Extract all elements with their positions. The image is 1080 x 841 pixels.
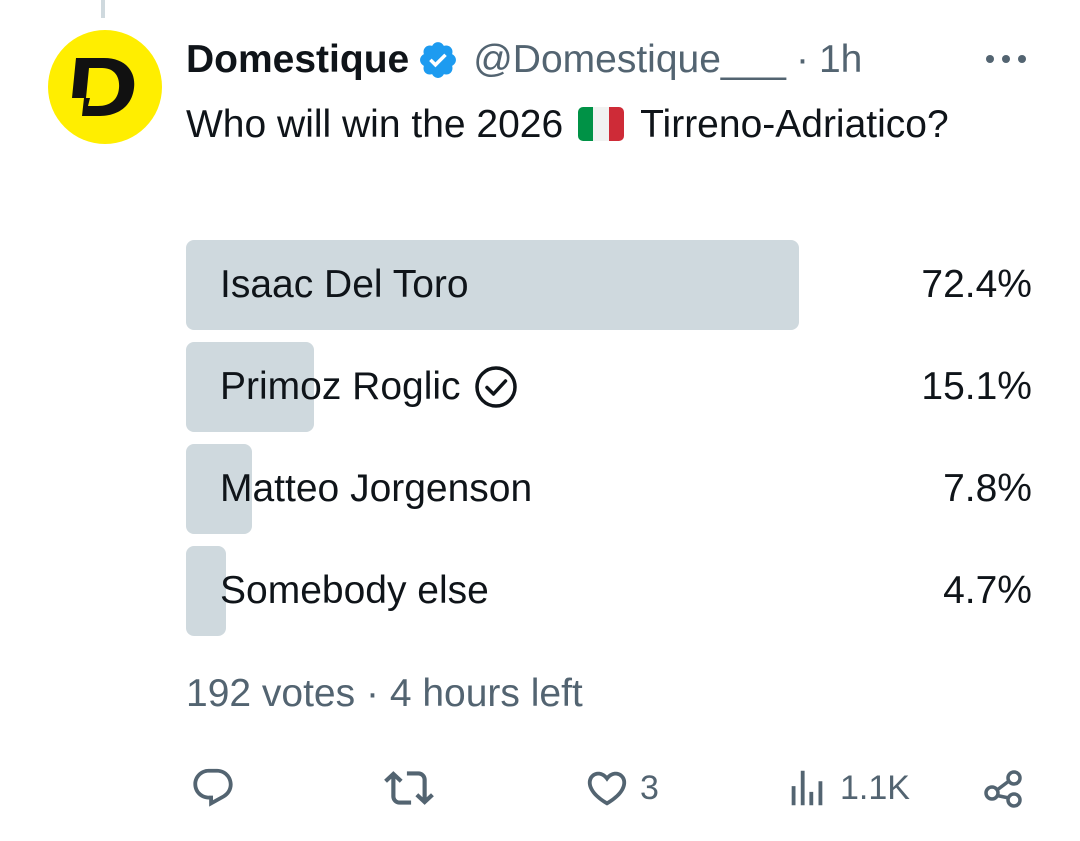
poll-option[interactable]: Primoz Roglic 15.1%	[186, 342, 1032, 432]
handle[interactable]: @Domestique___	[473, 38, 786, 82]
share-icon	[984, 770, 1022, 808]
poll-option-percent: 4.7%	[943, 569, 1032, 612]
repost-button[interactable]	[384, 758, 434, 818]
poll: Isaac Del Toro 72.4% Primoz Roglic 15.1%…	[186, 240, 1032, 648]
views-count: 1.1K	[840, 768, 910, 807]
thread-connector-line	[101, 0, 105, 18]
poll-option-text: Matteo Jorgenson	[220, 467, 533, 510]
avatar[interactable]	[48, 30, 162, 144]
domestique-logo-icon	[72, 58, 135, 116]
poll-option-label: Isaac Del Toro	[220, 240, 469, 330]
reply-button[interactable]	[190, 758, 236, 818]
poll-option-label: Primoz Roglic	[220, 342, 519, 432]
display-name[interactable]: Domestique	[186, 38, 409, 82]
poll-meta: 192 votes · 4 hours left	[186, 672, 583, 716]
repost-icon	[384, 771, 434, 805]
more-options-icon[interactable]	[980, 44, 1032, 74]
heart-icon	[587, 771, 627, 806]
tweet-text: Who will win the 2026 Tirreno-Adriatico?	[186, 96, 986, 153]
poll-option[interactable]: Matteo Jorgenson 7.8%	[186, 444, 1032, 534]
separator-dot: ·	[795, 38, 809, 81]
poll-option-percent: 7.8%	[943, 467, 1032, 510]
timestamp[interactable]: 1h	[819, 38, 862, 82]
poll-votes: 192 votes	[186, 672, 356, 715]
reply-icon	[193, 768, 233, 807]
poll-option-label: Matteo Jorgenson	[220, 444, 532, 534]
share-button[interactable]	[980, 758, 1028, 818]
poll-time-left: 4 hours left	[389, 672, 583, 715]
poll-option-text: Isaac Del Toro	[220, 263, 469, 306]
like-button[interactable]: 3	[584, 758, 659, 818]
like-count: 3	[640, 768, 659, 807]
poll-option-label: Somebody else	[220, 546, 489, 636]
poll-option-text: Primoz Roglic	[220, 365, 461, 408]
tweet-header: Domestique @Domestique___ · 1h	[186, 34, 862, 86]
poll-option[interactable]: Isaac Del Toro 72.4%	[186, 240, 1032, 330]
poll-option[interactable]: Somebody else 4.7%	[186, 546, 1032, 636]
poll-option-percent: 72.4%	[921, 263, 1032, 306]
views-icon	[791, 770, 823, 806]
check-circle-icon	[474, 366, 517, 408]
views-button[interactable]: 1.1K	[784, 758, 910, 818]
poll-option-percent: 15.1%	[921, 365, 1032, 408]
italy-flag-icon	[578, 107, 625, 141]
poll-option-text: Somebody else	[220, 569, 489, 612]
tweet-actions: 3 1.1K	[0, 758, 1080, 818]
tweet-text-part-2: Tirreno-Adriatico?	[640, 103, 949, 146]
tweet-text-part-1: Who will win the 2026	[186, 103, 564, 146]
verified-badge-icon	[420, 42, 457, 78]
poll-separator: ·	[365, 672, 379, 715]
